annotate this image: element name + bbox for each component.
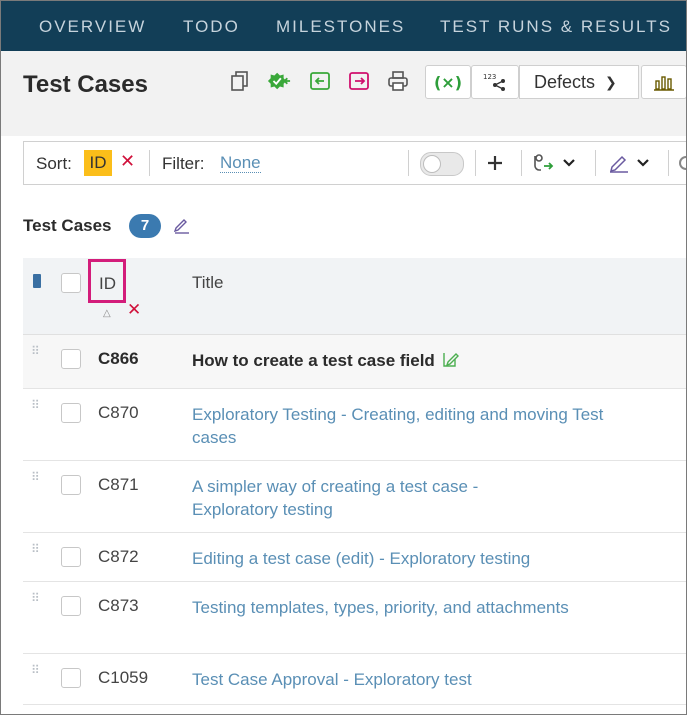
assign-user-icon [534, 154, 554, 171]
page-header: Test Cases (×) 123 Defects ❯ [1, 51, 686, 116]
sort-filter-bar: Sort: ID ✕ Filter: None [23, 141, 686, 185]
row-checkbox[interactable] [61, 349, 81, 369]
case-title-text: How to create a test case field [192, 351, 435, 370]
table-row[interactable]: ⠿ C873 Testing templates, types, priorit… [23, 582, 686, 654]
table-row[interactable]: ⠿ C1059 Test Case Approval - Exploratory… [23, 654, 686, 705]
case-title[interactable]: How to create a test case field [192, 349, 662, 374]
remove-sort-icon[interactable]: ✕ [120, 151, 135, 172]
tab-overview[interactable]: OVERVIEW [39, 17, 146, 37]
case-title-link[interactable]: Test Case Approval - Exploratory test [192, 668, 662, 691]
add-button[interactable] [486, 150, 504, 176]
row-checkbox[interactable] [61, 547, 81, 567]
defects-dropdown[interactable]: Defects ❯ [519, 65, 639, 99]
table-row[interactable]: ⠿ C866 How to create a test case field [23, 335, 686, 389]
drag-handle-icon[interactable]: ⠿ [31, 543, 41, 555]
drag-handle-icon[interactable]: ⠿ [31, 592, 41, 604]
section-title: Test Cases [23, 216, 112, 235]
numbered-list-icon: 123 [483, 73, 505, 91]
table-row[interactable]: ⠿ C872 Editing a test case (edit) - Expl… [23, 533, 686, 582]
id-column-header[interactable]: ID [88, 259, 126, 303]
sort-label: Sort: [36, 154, 72, 173]
toggle-knob [423, 155, 441, 173]
print-icon[interactable] [386, 69, 410, 93]
divider [595, 150, 596, 176]
add-results-icon[interactable] [267, 69, 291, 93]
table-row[interactable]: ⠿ C871 A simpler way of creating a test … [23, 461, 686, 533]
chart-button[interactable] [641, 65, 686, 99]
drag-handle-icon[interactable]: ⠿ [31, 664, 41, 676]
drag-handle-icon[interactable]: ⠿ [31, 399, 41, 411]
variables-icon: (×) [433, 72, 463, 92]
filter-label: Filter: [162, 154, 205, 173]
divider [521, 150, 522, 176]
case-title-link[interactable]: A simpler way of creating a test case - … [192, 475, 552, 521]
divider [668, 150, 669, 176]
variables-button[interactable]: (×) [425, 65, 471, 99]
divider [149, 150, 150, 176]
case-id: C871 [98, 475, 139, 494]
spacer [1, 116, 686, 136]
filter-value-link[interactable]: None [220, 154, 261, 173]
divider [475, 150, 476, 176]
copy-icon[interactable] [228, 69, 252, 93]
tab-milestones[interactable]: MILESTONES [276, 17, 405, 37]
case-id: C873 [98, 596, 139, 615]
table-header: ID △ ✕ Title [23, 258, 686, 335]
sort-field-chip[interactable]: ID [84, 150, 112, 176]
import-icon[interactable] [308, 69, 332, 93]
assign-dropdown[interactable] [532, 150, 576, 176]
row-checkbox[interactable] [61, 596, 81, 616]
drag-handle-icon[interactable]: ⠿ [31, 471, 41, 483]
case-id: C866 [98, 349, 139, 368]
row-checkbox[interactable] [61, 475, 81, 495]
top-nav: OVERVIEW TODO MILESTONES TEST RUNS & RES… [1, 1, 686, 51]
case-title-link[interactable]: Exploratory Testing - Creating, editing … [192, 403, 612, 449]
case-id: C1059 [98, 668, 149, 687]
sort-ascending-icon[interactable]: △ [103, 308, 111, 319]
drag-handle-icon[interactable]: ⠿ [31, 345, 41, 357]
case-title-link[interactable]: Testing templates, types, priority, and … [192, 596, 572, 619]
tab-todo[interactable]: TODO [183, 17, 240, 37]
id-header-label: ID [99, 274, 116, 293]
edit-dropdown[interactable] [608, 150, 650, 176]
divider [408, 150, 409, 176]
page-title: Test Cases [23, 71, 148, 98]
chevron-down-icon: ❯ [605, 73, 617, 90]
pencil-icon [609, 155, 628, 173]
select-all-checkbox[interactable] [61, 273, 81, 293]
table-row[interactable]: ⠿ C870 Exploratory Testing - Creating, e… [23, 389, 686, 461]
app-frame: OVERVIEW TODO MILESTONES TEST RUNS & RES… [0, 0, 687, 715]
remove-column-sort-icon[interactable]: ✕ [127, 300, 141, 320]
row-checkbox[interactable] [61, 403, 81, 423]
more-button[interactable] [678, 150, 686, 176]
chevron-down-icon [637, 159, 649, 167]
edit-section-icon[interactable] [173, 216, 191, 239]
title-column-header[interactable]: Title [192, 273, 224, 293]
case-title-link[interactable]: Editing a test case (edit) - Exploratory… [192, 547, 662, 570]
case-id: C870 [98, 403, 139, 422]
chevron-down-icon [563, 159, 575, 167]
edit-case-icon[interactable] [441, 350, 459, 374]
plus-icon [488, 156, 502, 170]
column-marker-icon[interactable] [33, 274, 41, 288]
numbered-list-button[interactable]: 123 [471, 65, 519, 99]
defects-label: Defects [534, 71, 596, 92]
row-checkbox[interactable] [61, 668, 81, 688]
case-id: C872 [98, 547, 139, 566]
svg-text:123: 123 [483, 73, 496, 81]
circle-icon [679, 156, 686, 170]
count-badge: 7 [129, 214, 161, 238]
export-icon[interactable] [347, 69, 371, 93]
tab-test-runs-results[interactable]: TEST RUNS & RESULTS [440, 17, 672, 37]
toggle-switch[interactable] [420, 152, 464, 176]
bar-chart-icon [654, 76, 674, 91]
